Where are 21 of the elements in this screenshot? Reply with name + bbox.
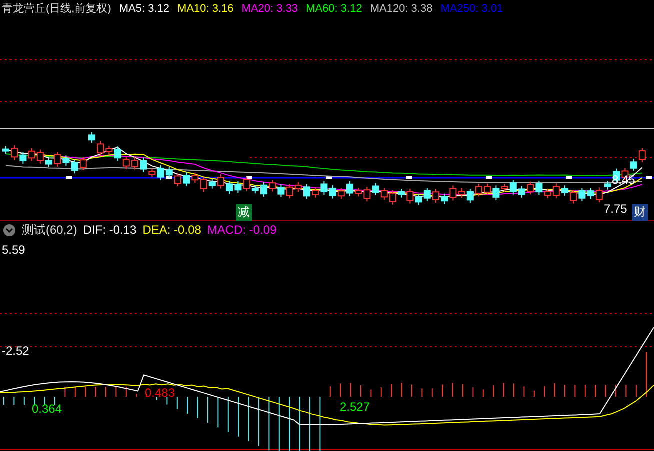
moving-average-label: MA5: 3.12 [119, 2, 170, 15]
indicator-value: MACD: -0.09 [207, 223, 277, 238]
indicator-value: DIF: -0.13 [83, 223, 137, 238]
moving-average-label: MA20: 3.33 [242, 2, 298, 15]
moving-average-label: MA60: 3.12 [306, 2, 362, 15]
value-annotation: 2.527 [340, 400, 370, 414]
marker-tag: 减 [236, 204, 252, 221]
indicator-value: DEA: -0.08 [142, 223, 202, 238]
marker-tag: 财 [632, 204, 648, 221]
indicator-name: 测试(60,2) [22, 222, 78, 239]
price-label: 8.45 [612, 172, 636, 187]
axis-label: 5.59 [2, 243, 26, 257]
moving-average-label: MA10: 3.16 [178, 2, 234, 15]
axis-label: -2.52 [2, 344, 30, 358]
price-label: 7.75 [604, 202, 628, 216]
moving-average-label: MA250: 3.01 [440, 2, 504, 15]
value-annotation: 0.364 [32, 402, 62, 416]
collapse-icon[interactable] [3, 224, 16, 237]
value-annotation: 0.483 [145, 386, 176, 400]
chart-title: 青龙营丘(日线,前复权) [2, 2, 112, 16]
moving-average-label: MA120: 3.38 [370, 2, 433, 15]
